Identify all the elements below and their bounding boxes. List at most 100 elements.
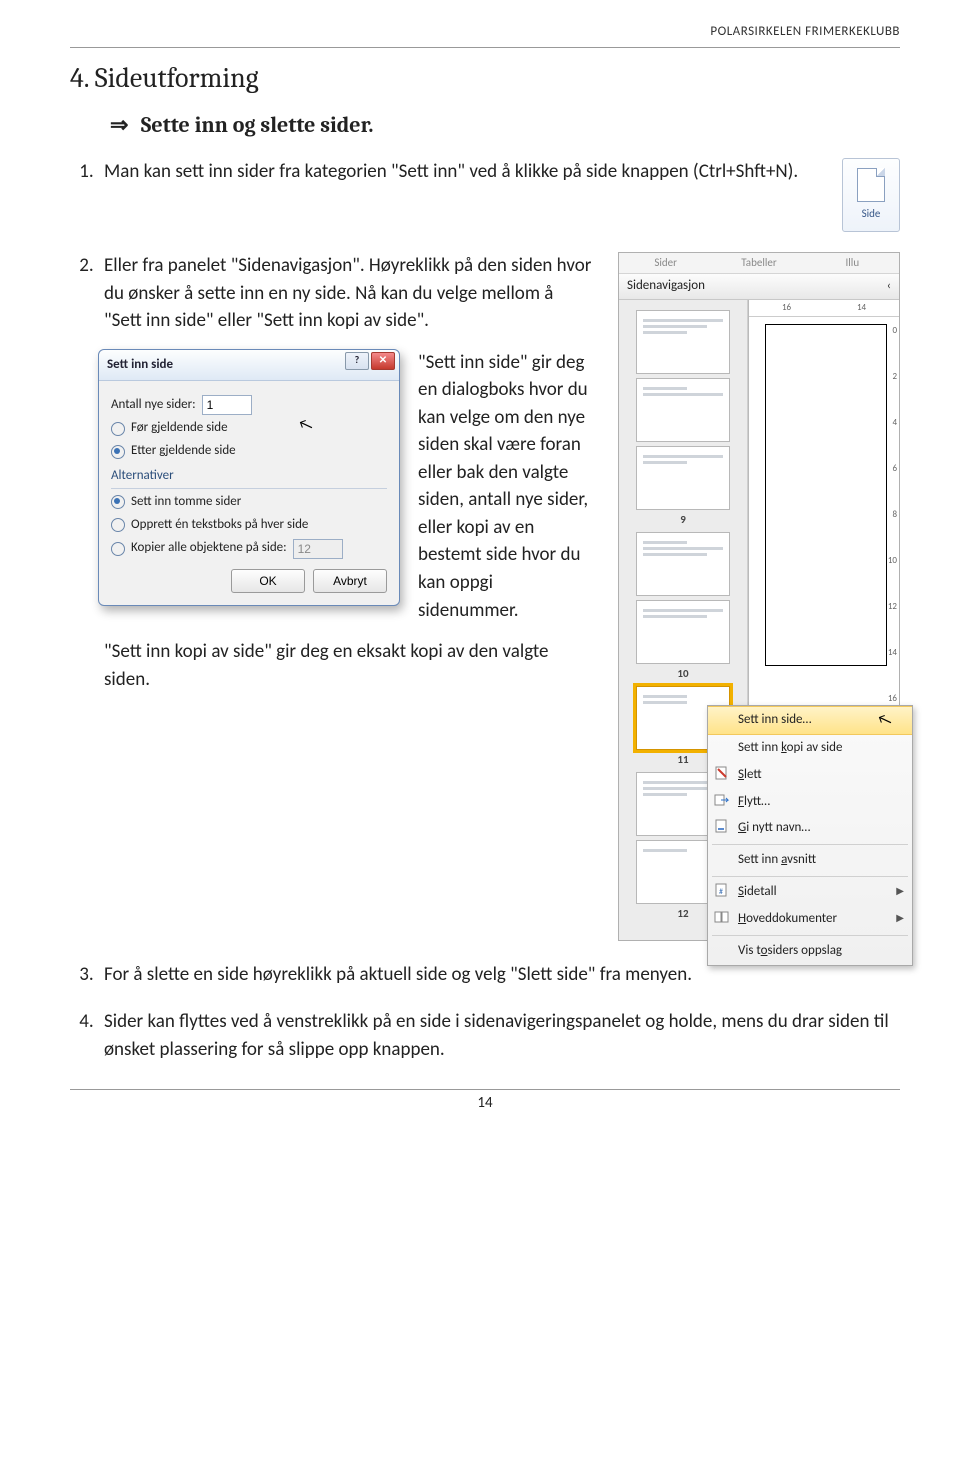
list-item: Sider kan flyttes ved å venstreklikk på … [98,1008,900,1063]
menu-master[interactable]: Hoveddokumenter ▶ [708,906,912,933]
ruler-top-num: 16 [782,301,791,314]
pagenum-icon: # [714,882,730,898]
sidenav-title: Sidenavigasjon [627,277,705,296]
menu-two-page[interactable]: Vis tosiders oppslag [708,938,912,965]
section-title: Sideutforming [95,62,259,94]
cancel-button[interactable]: Avbryt [313,569,387,593]
radio-textbox[interactable] [111,518,125,532]
master-icon [714,909,730,925]
page-thumbnail[interactable] [636,378,730,442]
ok-button[interactable]: OK [231,569,305,593]
menu-move[interactable]: Flytt… [708,789,912,816]
subsection-title: Sette inn og slette sider. [141,112,374,138]
insert-page-dialog: Sett inn side ? ✕ Antall nye sider: [98,349,400,606]
tab-illu[interactable]: Illu [806,253,899,273]
page-thumbnail[interactable] [636,446,730,510]
menu-insert-copy[interactable]: Sett inn kopi av side [708,735,912,762]
menu-separator [712,935,908,936]
opt-blank-label: Sett inn tomme sider [131,493,241,512]
page-number: 14 [70,1094,900,1112]
menu-label: Sidetall [738,884,777,899]
tab-tabeller[interactable]: Tabeller [712,253,805,273]
group-title: Alternativer [111,467,387,486]
menu-delete[interactable]: Slett [708,762,912,789]
submenu-arrow-icon: ▶ [896,884,904,899]
collapse-icon[interactable]: ‹ [887,278,891,295]
menu-label: Slett [738,767,762,782]
help-button[interactable]: ? [345,352,369,370]
move-icon [714,792,730,808]
tab-sider[interactable]: Sider [619,253,712,273]
ruler-tick: 2 [892,370,897,383]
item2-text: Eller fra panelet "Sidenavigasjon". Høyr… [104,252,594,711]
menu-label: Vis tosiders oppslag [738,943,842,958]
opt-copy-label: Kopier alle objektene på side: [131,539,287,558]
section-heading: 4. Sideutforming [70,62,900,94]
menu-insert-page[interactable]: Sett inn side… ↖ [708,706,912,735]
menu-page-numbers[interactable]: # Sidetall ▶ [708,879,912,906]
ruler-tick: 14 [888,646,897,659]
count-label: Antall nye sider: [111,396,196,415]
svg-text:#: # [719,887,723,897]
opt-after-label: Etter gjeldende side [131,442,236,461]
subsection-heading: ⇒ Sette inn og slette sider. [110,112,900,138]
menu-rename[interactable]: Gi nytt navn… [708,815,912,842]
close-button[interactable]: ✕ [371,352,395,370]
menu-insert-section[interactable]: Sett inn avsnitt [708,847,912,874]
page-thumbnail[interactable] [636,532,730,596]
menu-label: Sett inn kopi av side [738,740,842,755]
section-number: 4. [70,62,89,94]
page-thumbnail[interactable] [636,600,730,664]
menu-separator [712,844,908,845]
radio-after[interactable] [111,445,125,459]
dialog-description: "Sett inn side" gir deg en dialogboks hv… [418,349,594,624]
ribbon-side-button[interactable]: Side [842,158,900,232]
copy-page-input[interactable] [293,539,343,559]
rename-icon [714,818,730,834]
arrow-glyph-icon: ⇒ [110,112,136,138]
dialog-title: Sett inn side [107,357,173,372]
item3-text: For å slette en side høyreklikk på aktue… [104,963,692,986]
menu-separator [712,876,908,877]
kopi-description: "Sett inn kopi av side" gir deg en eksak… [104,638,594,693]
item2-span: Eller fra panelet "Sidenavigasjon". Høyr… [104,254,591,332]
list-item: Man kan sett inn sider fra kategorien "S… [98,158,900,232]
context-menu: Sett inn side… ↖ Sett inn kopi av side S… [707,705,913,966]
header-rule [70,47,900,48]
page-thumbnail[interactable] [636,310,730,374]
item4-text: Sider kan flyttes ved å venstreklikk på … [104,1010,889,1061]
document-page: POLARSIRKELEN FRIMERKEKLUBB 4. Sideutfor… [0,0,960,1132]
menu-label: Gi nytt navn… [738,820,810,835]
site-header: POLARSIRKELEN FRIMERKEKLUBB [70,24,900,39]
opt-textbox-label: Opprett én tekstboks på hver side [131,516,308,535]
ruler-tick: 16 [888,692,897,705]
menu-label: Flytt… [738,794,770,809]
menu-label: Sett inn side… [738,712,811,727]
mouse-cursor-icon: ↖ [874,707,895,734]
canvas-page [765,324,887,666]
sidenav-panel: Sider Tabeller Illu Sidenavigasjon ‹ [618,252,900,941]
ruler-tick: 4 [892,416,897,429]
ruler-tick: 10 [888,554,897,567]
page-icon [857,168,885,202]
item1-text: Man kan sett inn sider fra kategorien "S… [104,158,812,186]
numbered-list: Man kan sett inn sider fra kategorien "S… [70,158,900,1063]
ruler-tick: 8 [892,508,897,521]
radio-before[interactable] [111,422,125,436]
ruler-tick: 6 [892,462,897,475]
menu-label: Hoveddokumenter [738,911,837,926]
side-button-label: Side [862,206,881,222]
delete-icon [714,765,730,781]
list-item: Eller fra panelet "Sidenavigasjon". Høyr… [98,252,900,941]
footer-rule [70,1089,900,1090]
ruler-top-num: 14 [857,301,866,314]
radio-copy[interactable] [111,542,125,556]
submenu-arrow-icon: ▶ [896,911,904,926]
radio-blank[interactable] [111,495,125,509]
thumb-number: 9 [623,512,743,528]
opt-before-label: Før gjeldende side [131,419,228,438]
dialog-titlebar[interactable]: Sett inn side ? ✕ [99,350,399,382]
ruler-tick: 12 [888,600,897,613]
count-input[interactable] [202,395,252,415]
ruler-tick: 0 [892,324,897,337]
